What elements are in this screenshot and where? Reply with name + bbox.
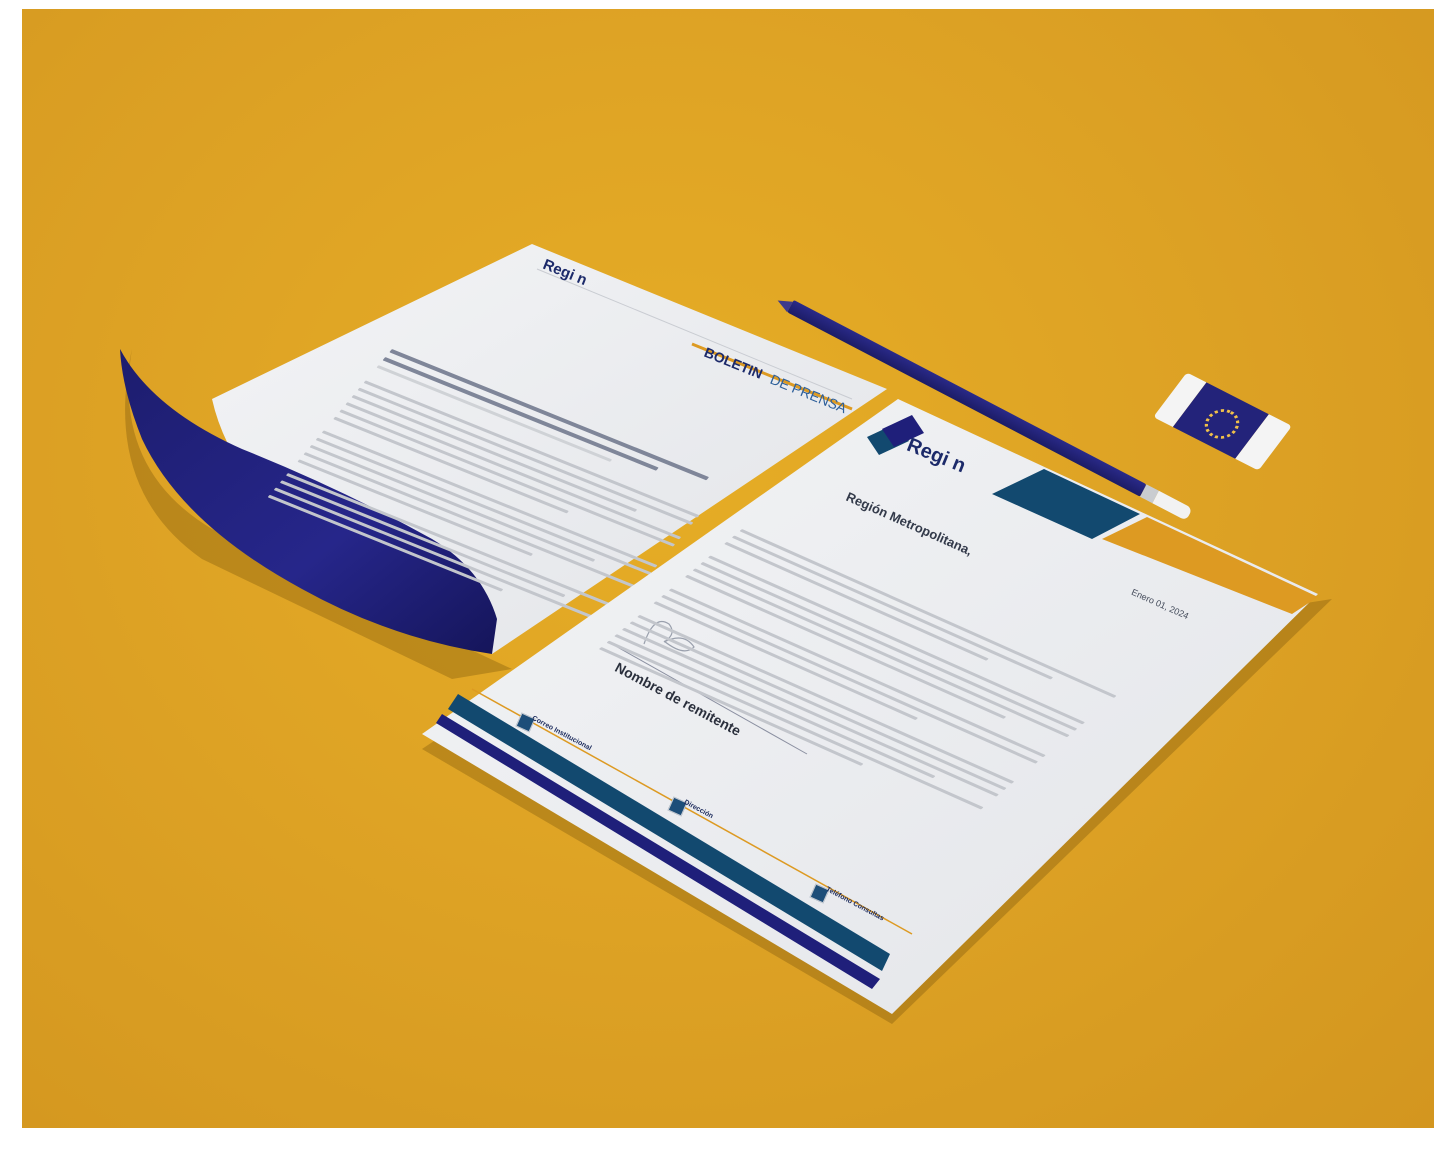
mockup-scene: Regi n BOLETIN DE PRENSA Regi n Región M… xyxy=(22,9,1434,1128)
letterhead-sheet: Regi n Región Metropolitana, Enero 01, 2… xyxy=(412,389,1342,1029)
